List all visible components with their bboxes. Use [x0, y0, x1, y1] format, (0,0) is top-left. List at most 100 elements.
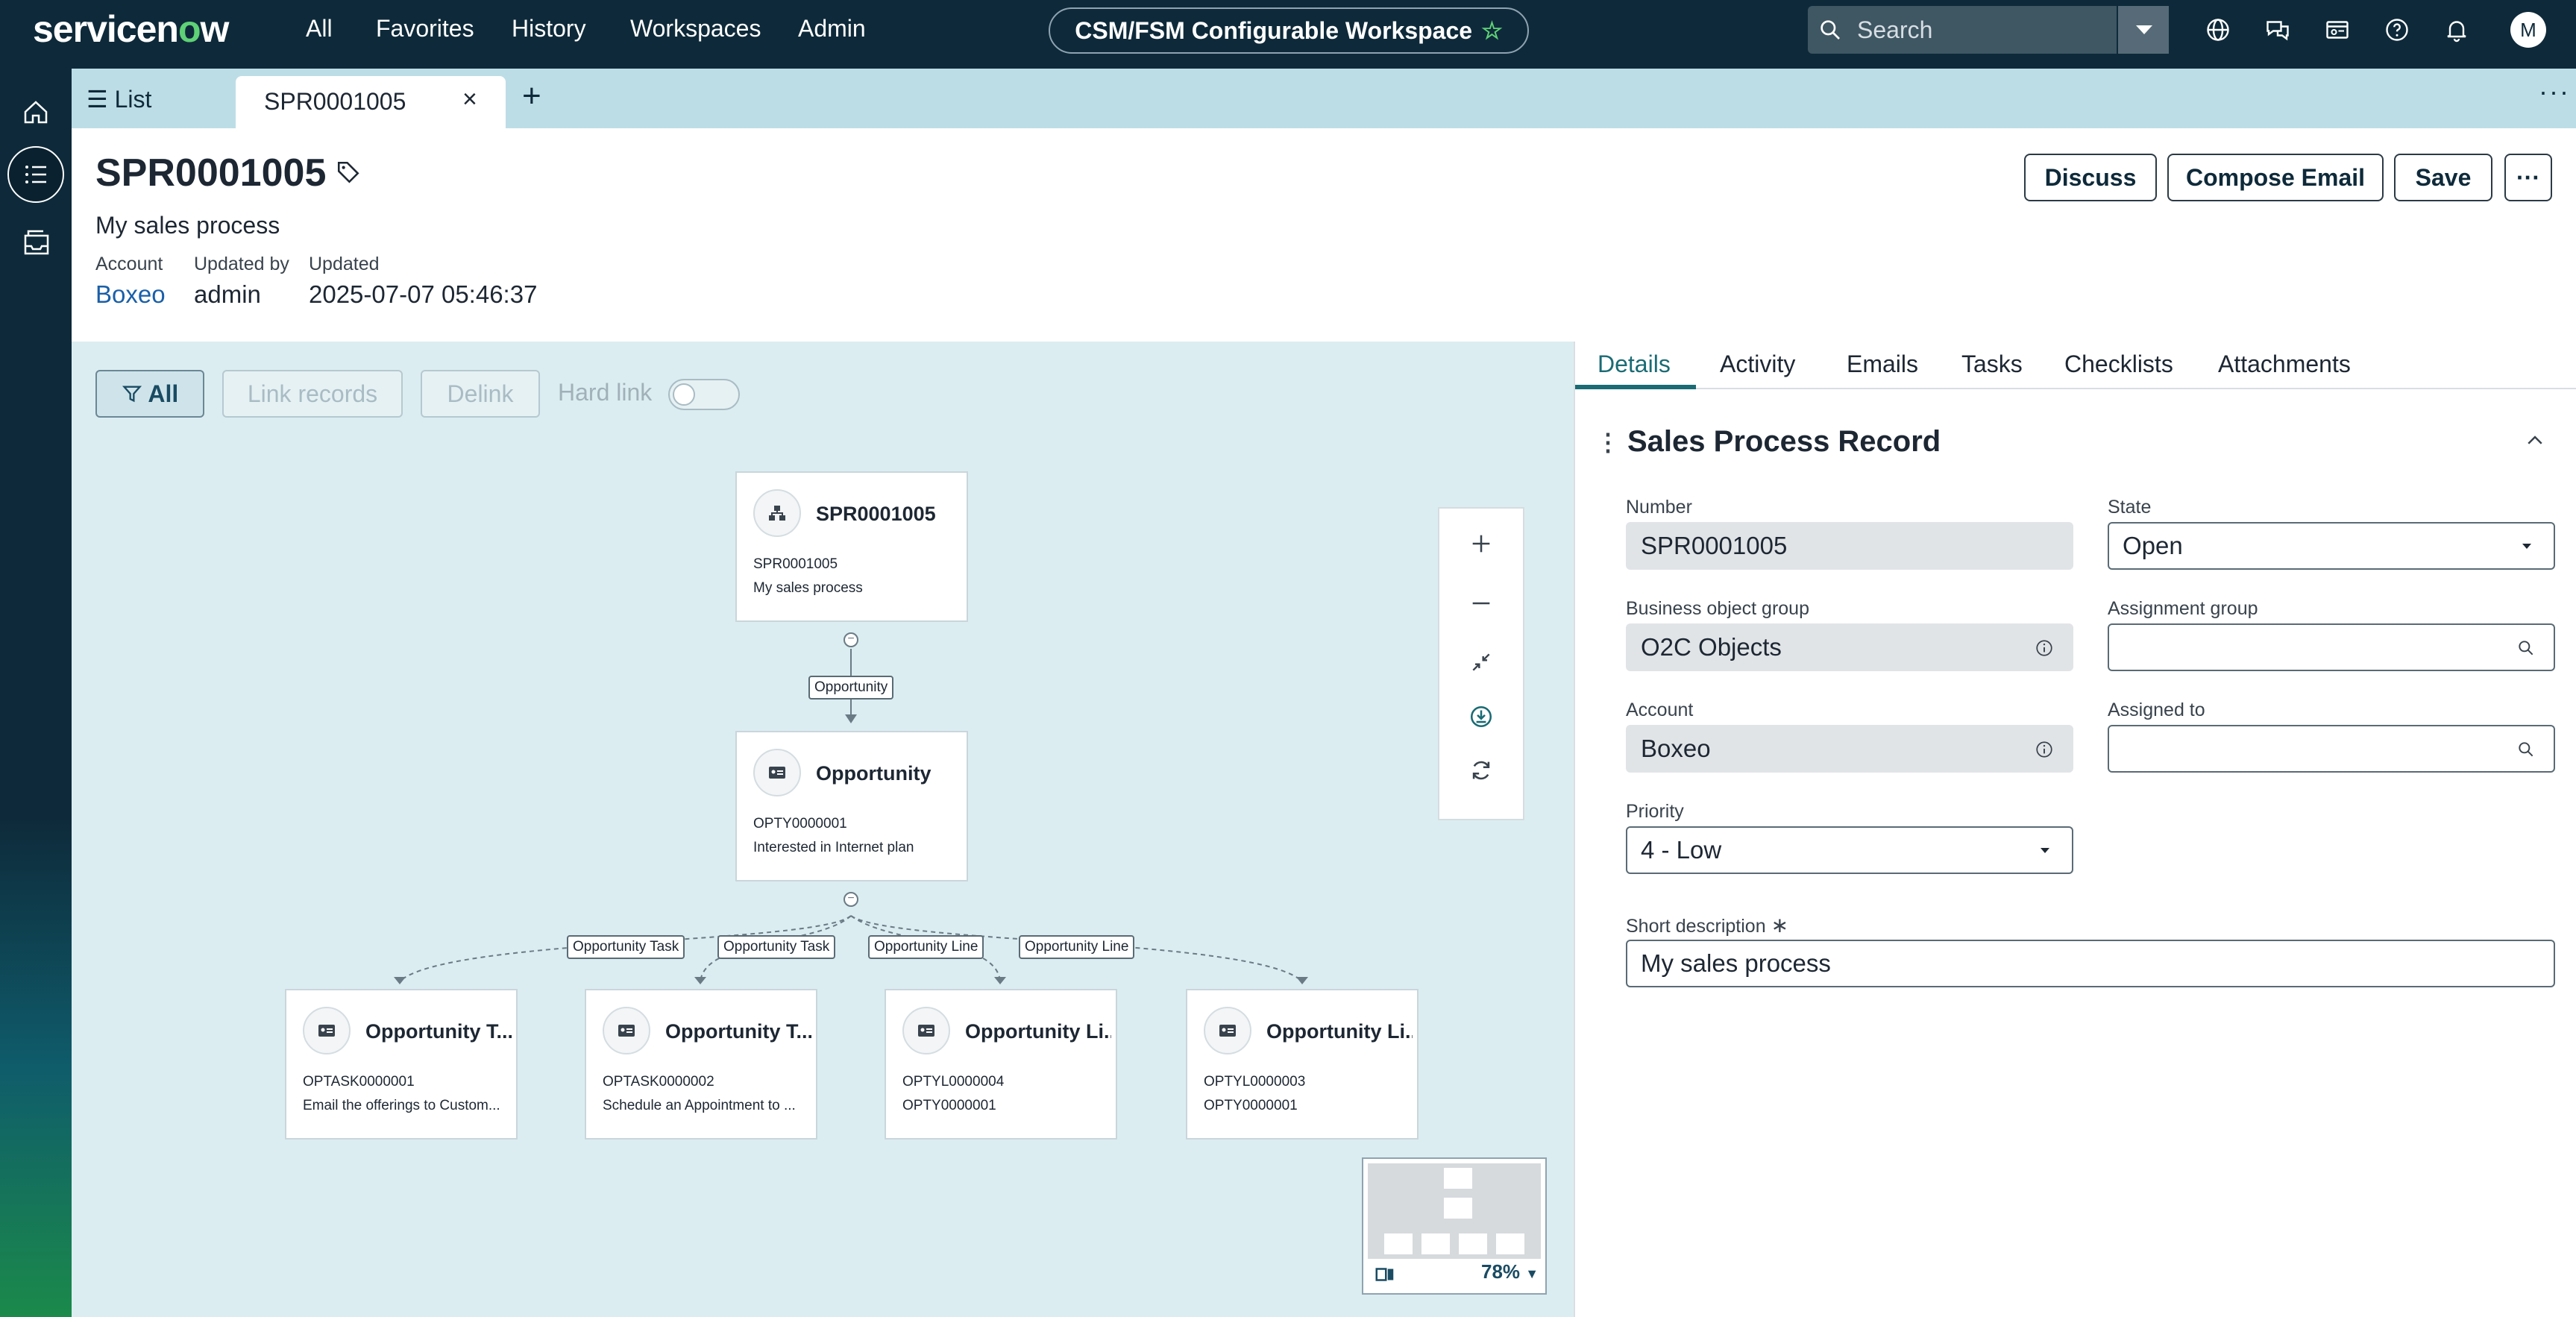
- workspace-tabs-bar: ☰ List SPR0001005 × + ···: [72, 69, 2576, 128]
- account-field[interactable]: Boxeo: [1626, 725, 2073, 773]
- node-title: Opportunity: [816, 762, 932, 785]
- search-scope-dropdown[interactable]: [2117, 6, 2169, 54]
- node-child-1[interactable]: Opportunity T... OPTASK0000001 Email the…: [285, 989, 518, 1140]
- logo-text-end: w: [200, 8, 229, 50]
- node-opportunity[interactable]: Opportunity OPTY0000001 Interested in In…: [735, 731, 968, 881]
- minimap[interactable]: 78% ▼: [1362, 1157, 1547, 1295]
- tag-icon[interactable]: [336, 160, 361, 185]
- node-description: OPTY0000001: [902, 1098, 996, 1113]
- nav-all[interactable]: All: [306, 15, 333, 43]
- tabs-more-button[interactable]: ···: [2539, 76, 2570, 107]
- zoom-out-button[interactable]: [1439, 591, 1523, 620]
- compose-email-button[interactable]: Compose Email: [2167, 154, 2384, 201]
- save-button[interactable]: Save: [2394, 154, 2492, 201]
- assigned-to-field[interactable]: [2108, 725, 2555, 773]
- tab-activity[interactable]: Activity: [1720, 351, 1795, 378]
- tab-tasks[interactable]: Tasks: [1961, 351, 2023, 378]
- global-search[interactable]: Search: [1808, 6, 2169, 54]
- number-field[interactable]: SPR0001005: [1626, 522, 2073, 570]
- state-value: Open: [2123, 532, 2183, 559]
- add-tab-button[interactable]: +: [522, 78, 541, 115]
- discuss-button[interactable]: Discuss: [2024, 154, 2157, 201]
- chat-icon[interactable]: [2264, 16, 2291, 43]
- map-zoom-controls: [1438, 507, 1524, 820]
- node-child-3[interactable]: Opportunity Li... OPTYL0000004 OPTY00000…: [885, 989, 1117, 1140]
- refresh-button[interactable]: [1439, 758, 1523, 787]
- short-description-field[interactable]: My sales process: [1626, 940, 2555, 987]
- state-label: State: [2108, 497, 2152, 518]
- tab-checklists[interactable]: Checklists: [2064, 351, 2173, 378]
- nav-admin[interactable]: Admin: [798, 15, 866, 43]
- refresh-icon: [1472, 761, 1490, 780]
- download-button[interactable]: [1439, 704, 1523, 733]
- sidebar-home[interactable]: [7, 84, 64, 140]
- node-root[interactable]: SPR0001005 SPR0001005 My sales process: [735, 471, 968, 622]
- record-header: SPR0001005 My sales process Account Boxe…: [72, 128, 2576, 342]
- workspace-name: CSM/FSM Configurable Workspace: [1075, 17, 1473, 44]
- minus-icon: [1472, 602, 1490, 605]
- collapse-toggle-icon[interactable]: −: [844, 892, 858, 907]
- section-title: Sales Process Record: [1627, 425, 1941, 458]
- contextual-app-icon[interactable]: [2324, 16, 2351, 43]
- edge-label-opportunity-task-1: Opportunity Task: [567, 935, 685, 959]
- record-card-icon: [1219, 1025, 1236, 1037]
- nav-favorites[interactable]: Favorites: [376, 15, 474, 43]
- record-subtitle: My sales process: [95, 212, 280, 239]
- zoom-in-button[interactable]: [1439, 531, 1523, 560]
- section-menu-icon[interactable]: ⋮: [1596, 428, 1620, 456]
- assigned-to-label: Assigned to: [2108, 700, 2205, 720]
- nav-history[interactable]: History: [512, 15, 586, 43]
- node-child-2[interactable]: Opportunity T... OPTASK0000002 Schedule …: [585, 989, 817, 1140]
- globe-icon[interactable]: [2205, 16, 2231, 43]
- relationship-map-canvas[interactable]: All Link records Delink Hard link SPR000…: [72, 342, 1574, 1317]
- notifications-bell-icon[interactable]: [2443, 16, 2470, 43]
- updated-value: 2025-07-07 05:46:37: [309, 280, 538, 308]
- node-number: OPTY0000001: [753, 816, 847, 832]
- search-icon: [1821, 20, 1840, 40]
- search-icon[interactable]: [2516, 638, 2536, 658]
- search-icon[interactable]: [2516, 740, 2536, 759]
- account-link[interactable]: Boxeo: [95, 280, 166, 309]
- node-child-4[interactable]: Opportunity Li... OPTYL0000003 OPTY00000…: [1186, 989, 1419, 1140]
- tab-details[interactable]: Details: [1598, 351, 1671, 378]
- zoom-percentage: 78%: [1481, 1260, 1521, 1283]
- fit-to-screen-button[interactable]: [1439, 650, 1523, 678]
- servicenow-logo[interactable]: servicenow: [33, 7, 229, 51]
- record-title: SPR0001005: [95, 151, 327, 195]
- collapse-toggle-icon[interactable]: −: [844, 632, 858, 647]
- tab-emails[interactable]: Emails: [1847, 351, 1918, 378]
- business-object-group-value: O2C Objects: [1641, 633, 1782, 661]
- workspace-switcher[interactable]: CSM/FSM Configurable Workspace ☆: [1049, 7, 1529, 54]
- tab-record[interactable]: SPR0001005 ×: [236, 76, 506, 128]
- updated-by-label: Updated by: [194, 254, 289, 274]
- chevron-down-icon: [2041, 848, 2049, 853]
- account-label: Account: [1626, 700, 1694, 720]
- priority-label: Priority: [1626, 801, 1684, 822]
- node-title: Opportunity T...: [665, 1020, 811, 1043]
- minimap-zoom-level[interactable]: 78% ▼: [1481, 1260, 1539, 1283]
- info-icon[interactable]: [2035, 740, 2054, 759]
- edge-label-opportunity-line-2: Opportunity Line: [1019, 935, 1135, 959]
- plus-icon: [1472, 535, 1490, 553]
- sidebar-list[interactable]: [7, 146, 64, 203]
- favorite-star-icon[interactable]: ☆: [1481, 17, 1503, 44]
- state-select[interactable]: Open: [2108, 522, 2555, 570]
- minimap-toggle-icon[interactable]: [1374, 1263, 1396, 1286]
- chevron-up-icon[interactable]: [2524, 430, 2546, 452]
- node-title: SPR0001005: [816, 503, 936, 525]
- assignment-group-field[interactable]: [2108, 623, 2555, 671]
- help-icon[interactable]: [2384, 16, 2410, 43]
- hierarchy-icon: [769, 506, 785, 521]
- more-actions-button[interactable]: ···: [2504, 154, 2552, 201]
- business-object-group-field[interactable]: O2C Objects: [1626, 623, 2073, 671]
- tab-record-label: SPR0001005: [264, 88, 406, 115]
- nav-workspaces[interactable]: Workspaces: [630, 15, 761, 43]
- sidebar-inbox[interactable]: [7, 215, 64, 271]
- info-icon[interactable]: [2035, 638, 2054, 658]
- priority-select[interactable]: 4 - Low: [1626, 826, 2073, 874]
- required-asterisk-icon: ∗: [1771, 914, 1789, 937]
- tab-list[interactable]: ☰ List: [87, 85, 151, 113]
- tab-attachments[interactable]: Attachments: [2218, 351, 2351, 378]
- close-tab-icon[interactable]: ×: [462, 85, 477, 114]
- user-avatar[interactable]: M: [2510, 12, 2546, 48]
